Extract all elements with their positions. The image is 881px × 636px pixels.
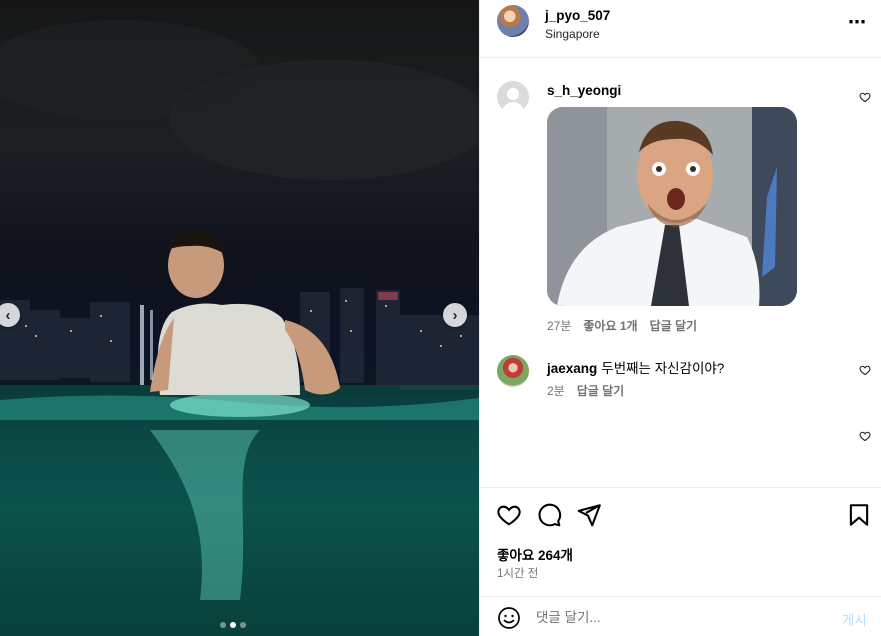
likes-count[interactable]: 좋아요 264개 xyxy=(497,544,573,564)
bookmark-icon[interactable] xyxy=(846,502,872,528)
comment-time[interactable]: 2분 xyxy=(547,382,565,399)
more-options-icon[interactable]: ⋯ xyxy=(848,12,867,33)
carousel-dot xyxy=(220,622,226,628)
comment-meta: 27분 좋아요 1개 답글 달기 xyxy=(547,317,697,334)
comment-meta: 2분 답글 달기 xyxy=(547,382,624,399)
reply-button[interactable]: 답글 달기 xyxy=(650,317,698,334)
comment-username[interactable]: jaexang xyxy=(547,361,597,376)
comment-icon[interactable] xyxy=(536,502,562,528)
comment-gif xyxy=(547,107,797,306)
author-avatar[interactable] xyxy=(497,5,529,37)
like-icon[interactable] xyxy=(496,502,522,528)
comments-list: s_h_yeongi 27분 좋아요 1개 답글 달기 jaexang 두번째는… xyxy=(480,59,881,487)
share-icon[interactable] xyxy=(576,502,602,528)
carousel-dot xyxy=(240,622,246,628)
post-location[interactable]: Singapore xyxy=(545,27,600,41)
commenter-avatar[interactable] xyxy=(497,355,529,387)
comment-like-icon[interactable] xyxy=(859,91,871,103)
carousel-dot-active xyxy=(230,622,236,628)
post-actions: 좋아요 264개 1시간 전 xyxy=(480,487,881,587)
carousel-next-button[interactable]: › xyxy=(443,303,467,327)
reply-button[interactable]: 답글 달기 xyxy=(577,382,625,399)
emoji-icon[interactable] xyxy=(497,606,521,630)
comment-time[interactable]: 27분 xyxy=(547,317,571,334)
comment-like-icon[interactable] xyxy=(859,364,871,376)
post-time[interactable]: 1시간 전 xyxy=(497,565,538,581)
comment-body: jaexang 두번째는 자신감이야? xyxy=(547,357,724,377)
commenter-avatar[interactable] xyxy=(497,81,529,113)
post-comment-button[interactable]: 게시 xyxy=(842,609,867,629)
comment-username[interactable]: s_h_yeongi xyxy=(547,83,621,98)
post-media[interactable]: ‹ › xyxy=(0,0,479,636)
comment-text: 두번째는 자신감이야? xyxy=(601,361,725,376)
chevron-left-icon: ‹ xyxy=(5,306,11,324)
add-comment-bar: 게시 xyxy=(480,596,881,636)
author-username[interactable]: j_pyo_507 xyxy=(545,8,610,23)
carousel-indicator xyxy=(220,622,246,628)
chevron-right-icon: › xyxy=(452,306,458,324)
post-side-panel: j_pyo_507 Singapore ⋯ s_h_yeongi 27분 좋아요… xyxy=(479,0,881,636)
post-photo xyxy=(0,20,479,636)
comment-likes-link[interactable]: 좋아요 1개 xyxy=(583,317,637,334)
comment-like-icon[interactable] xyxy=(859,430,871,442)
post-header: j_pyo_507 Singapore ⋯ xyxy=(480,0,881,58)
comment-input[interactable] xyxy=(536,605,816,629)
